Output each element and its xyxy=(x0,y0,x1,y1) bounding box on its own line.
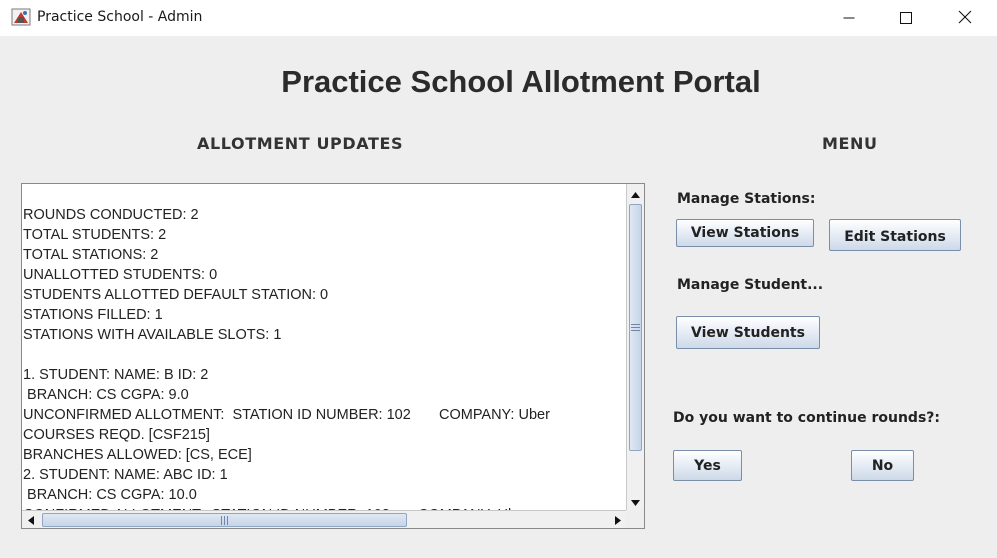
update-line xyxy=(23,345,626,365)
update-line: TOTAL STATIONS: 2 xyxy=(23,247,159,263)
update-line: BRANCH: CS CGPA: 9.0 xyxy=(23,387,189,403)
scroll-right-arrow-icon xyxy=(614,510,621,528)
horizontal-scroll-thumb[interactable] xyxy=(42,513,407,527)
vertical-scrollbar[interactable] xyxy=(626,184,644,510)
update-line: BRANCH: CS CGPA: 10.0 xyxy=(23,487,197,503)
update-line: TOTAL STUDENTS: 2 xyxy=(23,227,167,243)
scroll-up-arrow-icon xyxy=(631,184,640,202)
view-students-button[interactable]: View Students xyxy=(676,316,820,349)
grip-icon xyxy=(221,515,228,525)
update-line: STUDENTS ALLOTTED DEFAULT STATION: 0 xyxy=(23,287,329,303)
close-button[interactable] xyxy=(942,0,988,36)
update-line: UNCONFIRMED ALLOTMENT: STATION ID NUMBER… xyxy=(23,407,550,423)
scroll-left-arrow-icon xyxy=(27,510,34,528)
view-stations-button[interactable]: View Stations xyxy=(676,219,814,247)
update-line: STATIONS WITH AVAILABLE SLOTS: 1 xyxy=(23,327,282,343)
vertical-scroll-thumb[interactable] xyxy=(629,204,642,451)
scroll-down-arrow-icon xyxy=(631,491,640,510)
update-line: UNALLOTTED STUDENTS: 0 xyxy=(23,267,218,283)
no-button[interactable]: No xyxy=(851,450,914,481)
update-line: BRANCHES ALLOWED: [CS, ECE] xyxy=(23,447,252,463)
grip-icon xyxy=(631,324,640,331)
scroll-up-button[interactable] xyxy=(627,184,644,201)
allotment-updates-text[interactable]: ROUNDS CONDUCTED: 2 TOTAL STUDENTS: 2 TOTA… xyxy=(23,205,626,510)
scroll-right-button[interactable] xyxy=(609,511,626,528)
update-line: 2. STUDENT: NAME: ABC ID: 1 xyxy=(23,467,228,483)
close-icon xyxy=(958,9,972,28)
update-line: ROUNDS CONDUCTED: 2 xyxy=(23,207,199,223)
maximize-button[interactable] xyxy=(883,0,929,36)
horizontal-scrollbar[interactable] xyxy=(22,510,626,528)
allotment-updates-heading: ALLOTMENT UPDATES xyxy=(197,134,404,153)
scroll-left-button[interactable] xyxy=(22,511,39,528)
scroll-down-button[interactable] xyxy=(627,492,644,509)
continue-rounds-question: Do you want to continue rounds?: xyxy=(673,410,941,426)
page-title: Practice School Allotment Portal xyxy=(281,64,761,99)
allotment-updates-panel[interactable]: ROUNDS CONDUCTED: 2 TOTAL STUDENTS: 2 TOTA… xyxy=(21,183,645,529)
manage-students-label: Manage Student... xyxy=(677,277,824,293)
window-title: Practice School - Admin xyxy=(37,9,203,25)
maximize-icon xyxy=(900,9,912,28)
edit-stations-button[interactable]: Edit Stations xyxy=(829,219,961,251)
minimize-icon xyxy=(843,9,855,28)
java-app-icon xyxy=(11,8,31,26)
manage-stations-label: Manage Stations: xyxy=(677,191,816,207)
update-line: 1. STUDENT: NAME: B ID: 2 xyxy=(23,367,209,383)
window-titlebar: Practice School - Admin xyxy=(0,0,997,36)
menu-heading: MENU xyxy=(822,134,878,153)
update-line: STATIONS FILLED: 1 xyxy=(23,307,163,323)
minimize-button[interactable] xyxy=(826,0,872,36)
scroll-corner xyxy=(626,510,644,528)
yes-button[interactable]: Yes xyxy=(673,450,742,481)
update-line: COURSES REQD. [CSF215] xyxy=(23,427,210,443)
